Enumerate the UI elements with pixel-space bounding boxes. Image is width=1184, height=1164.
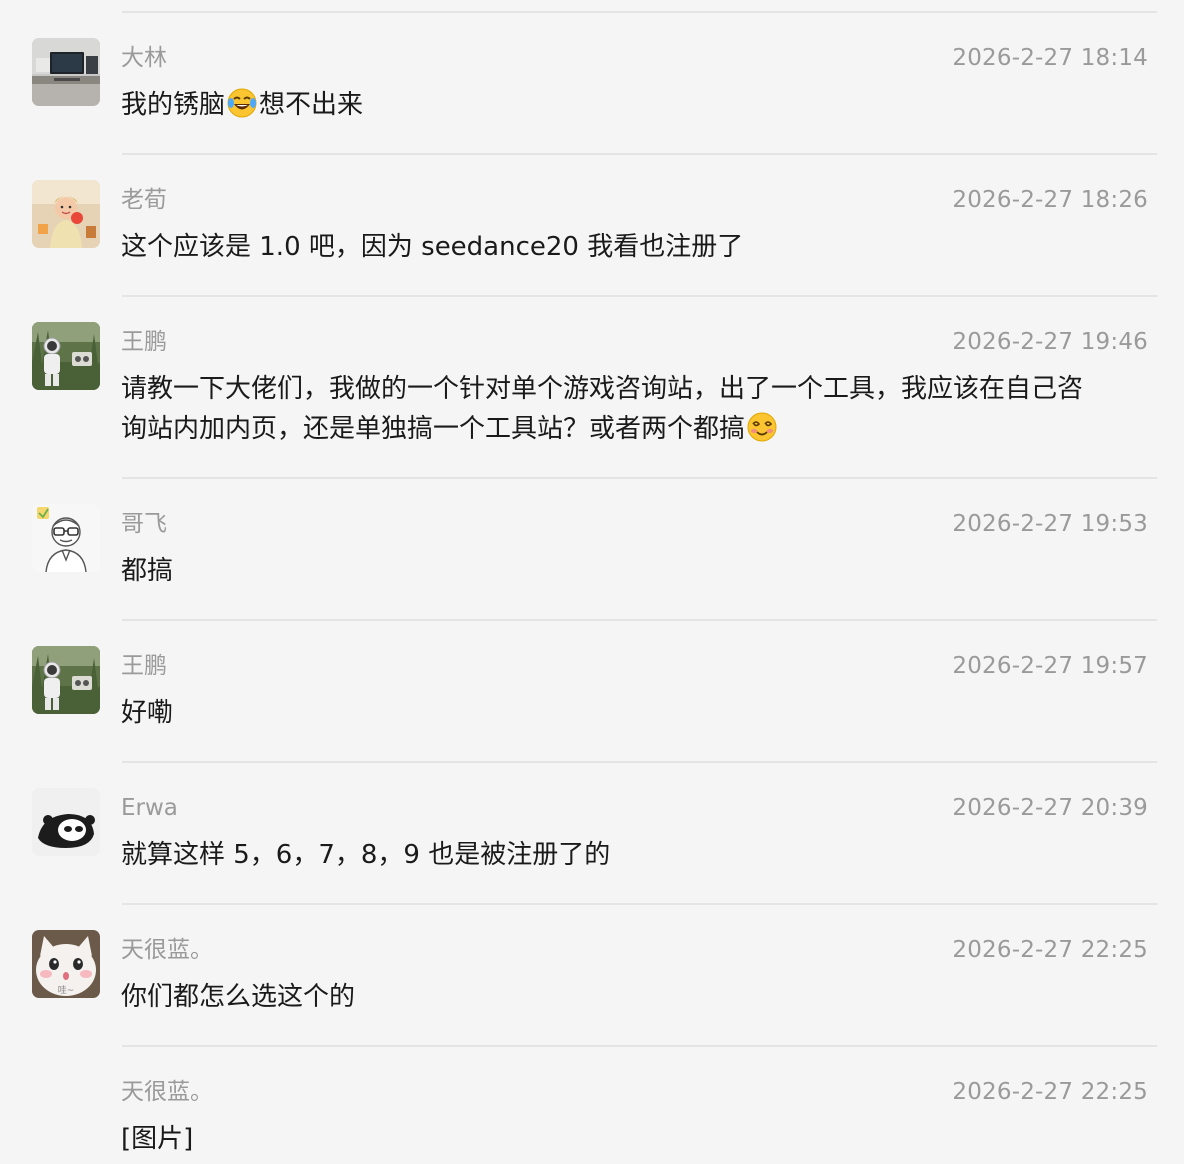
message-time: 2026-2-27 18:26 [952,187,1148,213]
message-time: 2026-2-27 20:39 [952,795,1148,821]
message-text: 这个应该是 1.0 吧，因为 seedance20 我看也注册了 [121,232,744,262]
sender-name: 王鹏 [121,329,167,355]
message-text: 你们都怎么选这个的 [121,982,356,1012]
astronaut-field-icon [32,646,100,714]
sender-name: 哥飞 [121,511,167,537]
sender-name: 天很蓝。 [121,937,213,963]
cartoon-man-glasses-icon [32,504,100,572]
avatar-caption: 哇~ [58,985,75,996]
message-item[interactable]: Erwa 2026-2-27 20:39 就算这样 5，6，7，8，9 也是被注… [0,763,1184,905]
sender-name: 天很蓝。 [121,1079,213,1105]
panda-icon [32,788,100,856]
message-time: 2026-2-27 18:14 [952,45,1148,71]
message-item[interactable]: 哇~ 天很蓝。 2026-2-27 22:25 你们都怎么选这个的 [0,905,1184,1047]
desk-monitor-icon [32,38,100,106]
message-time: 2026-2-27 19:46 [952,329,1148,355]
message-text: 好嘞 [121,698,174,728]
message-text-line: 询站内加内页，还是单独搞一个工具站？或者两个都搞 [121,414,746,444]
message-text-part: 我的锈脑 [121,90,226,120]
message-item[interactable]: 王鹏 2026-2-27 19:57 好嘞 [0,621,1184,763]
avatar-child-photo[interactable] [32,180,100,248]
message-item[interactable]: 大林 2026-2-27 18:14 我的锈脑 想不出来 [0,13,1184,155]
message-text: 请教一下大佬们，我做的一个针对单个游戏咨询站，出了一个工具，我应该在自己咨 询站… [121,369,1161,449]
message-text: 都搞 [121,556,174,586]
sender-name: 王鹏 [121,653,167,679]
message-item[interactable]: 王鹏 2026-2-27 19:46 请教一下大佬们，我做的一个针对单个游戏咨询… [0,297,1184,479]
message-text-part: 想不出来 [259,90,364,120]
avatar-cat[interactable]: 哇~ [32,930,100,998]
message-time: 2026-2-27 19:53 [952,511,1148,537]
sender-name: 大林 [121,45,167,71]
message-image-placeholder[interactable]: [图片] [121,1119,1161,1159]
sender-name: 老荀 [121,187,167,213]
avatar-desk-setup[interactable] [32,38,100,106]
message-time: 2026-2-27 19:57 [952,653,1148,679]
dizzy-smile-emoji [747,412,777,442]
avatar-panda[interactable] [32,788,100,856]
message-item[interactable]: 天很蓝。 2026-2-27 22:25 [图片] [0,1047,1184,1164]
message-time: 2026-2-27 22:25 [952,937,1148,963]
white-cat-icon: 哇~ [32,930,100,998]
message-text-line: 请教一下大佬们，我做的一个针对单个游戏咨询站，出了一个工具，我应该在自己咨 [121,374,1084,404]
message-item[interactable]: 老荀 2026-2-27 18:26 这个应该是 1.0 吧，因为 seedan… [0,155,1184,297]
message-item[interactable]: 哥飞 2026-2-27 19:53 都搞 [0,479,1184,621]
avatar-astronaut[interactable] [32,322,100,390]
avatar-astronaut[interactable] [32,646,100,714]
message-text: 我的锈脑 想不出来 [121,85,1161,125]
message-time: 2026-2-27 22:25 [952,1079,1148,1105]
avatar-cartoon-man[interactable] [32,504,100,572]
message-text: 就算这样 5，6，7，8，9 也是被注册了的 [121,840,611,870]
child-portrait-icon [32,180,100,248]
laughing-tears-emoji [227,88,257,118]
sender-name: Erwa [121,795,178,821]
astronaut-field-icon [32,322,100,390]
